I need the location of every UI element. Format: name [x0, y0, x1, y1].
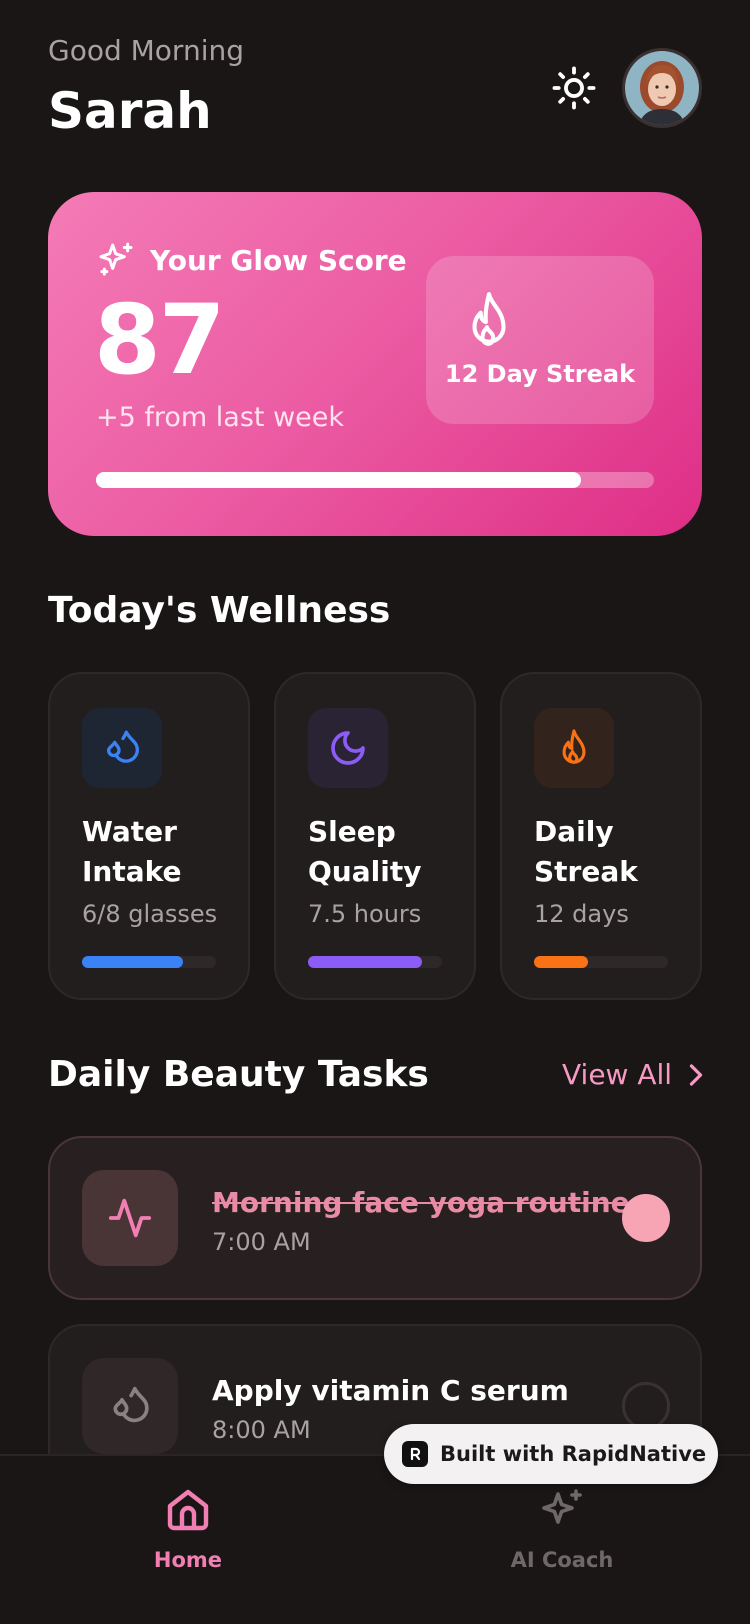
wellness-progress-fill — [308, 956, 422, 968]
task-time: 7:00 AM — [212, 1228, 311, 1256]
user-name: Sarah — [48, 82, 212, 140]
chevron-right-icon — [689, 1063, 703, 1086]
wellness-progress-track — [534, 956, 668, 968]
sun-icon — [552, 66, 596, 110]
profile-photo — [625, 51, 699, 125]
task-name: Apply vitamin C serum — [212, 1374, 569, 1407]
activity-icon — [108, 1198, 152, 1238]
streak-flame-wrapper — [464, 290, 514, 356]
task-icon-box — [82, 1358, 178, 1454]
glow-score-card[interactable]: Your Glow Score 87 +5 from last week 12 … — [48, 192, 702, 536]
wellness-value: 6/8 glasses — [82, 900, 218, 928]
sleep-icon-box — [308, 708, 388, 788]
greeting-text: Good Morning — [48, 34, 244, 67]
wellness-card-water[interactable]: Water Intake 6/8 glasses — [48, 672, 250, 1000]
wellness-progress-track — [308, 956, 442, 968]
flame-icon — [562, 729, 586, 764]
wellness-progress-fill — [82, 956, 183, 968]
nav-label-home: Home — [153, 1548, 223, 1572]
nav-tab-home[interactable]: Home — [88, 1486, 288, 1572]
streak-icon-box — [534, 708, 614, 788]
task-checkbox[interactable] — [622, 1194, 670, 1242]
glow-score-value: 87 — [94, 284, 226, 396]
task-time: 8:00 AM — [212, 1416, 311, 1444]
home-screen: Good Morning Sarah Your Glow Score 87 +5… — [0, 0, 750, 1624]
water-icon-box — [82, 708, 162, 788]
nav-tab-ai-coach[interactable]: AI Coach — [462, 1486, 662, 1572]
home-icon — [167, 1489, 209, 1531]
wellness-card-sleep[interactable]: Sleep Quality 7.5 hours — [274, 672, 476, 1000]
water-drops-icon — [107, 730, 139, 763]
wellness-progress-track — [82, 956, 216, 968]
glow-progress-track — [96, 472, 654, 488]
droplets-icon — [113, 1386, 149, 1423]
view-all-label: View All — [562, 1058, 673, 1091]
glow-score-title: Your Glow Score — [150, 243, 407, 277]
avatar[interactable] — [622, 48, 702, 128]
glow-title-row: Your Glow Score — [96, 240, 407, 280]
flame-icon — [472, 292, 506, 346]
wellness-card-streak[interactable]: Daily Streak 12 days — [500, 672, 702, 1000]
streak-box[interactable]: 12 Day Streak — [426, 256, 654, 424]
wellness-value: 7.5 hours — [308, 900, 422, 928]
streak-label: 12 Day Streak — [444, 360, 636, 388]
task-checkbox[interactable] — [622, 1382, 670, 1430]
view-all-link[interactable]: View All — [562, 1058, 704, 1091]
rapidnative-logo-icon — [402, 1441, 428, 1467]
theme-toggle-button[interactable] — [548, 62, 600, 114]
task-name: Morning face yoga routine — [212, 1186, 630, 1219]
built-with-text: Built with RapidNative — [440, 1442, 707, 1466]
wellness-section-title: Today's Wellness — [48, 590, 391, 631]
glow-score-change: +5 from last week — [96, 402, 345, 433]
moon-icon — [331, 731, 365, 765]
task-item-face-yoga[interactable]: Morning face yoga routine 7:00 AM — [48, 1136, 702, 1300]
glow-progress-fill — [96, 472, 582, 488]
wellness-label: Sleep Quality — [308, 815, 422, 888]
nav-label-ai-coach: AI Coach — [510, 1548, 614, 1572]
task-icon-box — [82, 1170, 178, 1266]
built-with-badge[interactable]: Built with RapidNative — [384, 1424, 718, 1484]
sparkles-icon — [542, 1489, 582, 1524]
tasks-section-title: Daily Beauty Tasks — [48, 1054, 429, 1095]
wellness-progress-fill — [534, 956, 588, 968]
sparkles-icon — [99, 242, 133, 276]
wellness-label: Daily Streak — [534, 815, 638, 888]
wellness-label: Water Intake — [82, 815, 182, 888]
wellness-value: 12 days — [534, 900, 629, 928]
